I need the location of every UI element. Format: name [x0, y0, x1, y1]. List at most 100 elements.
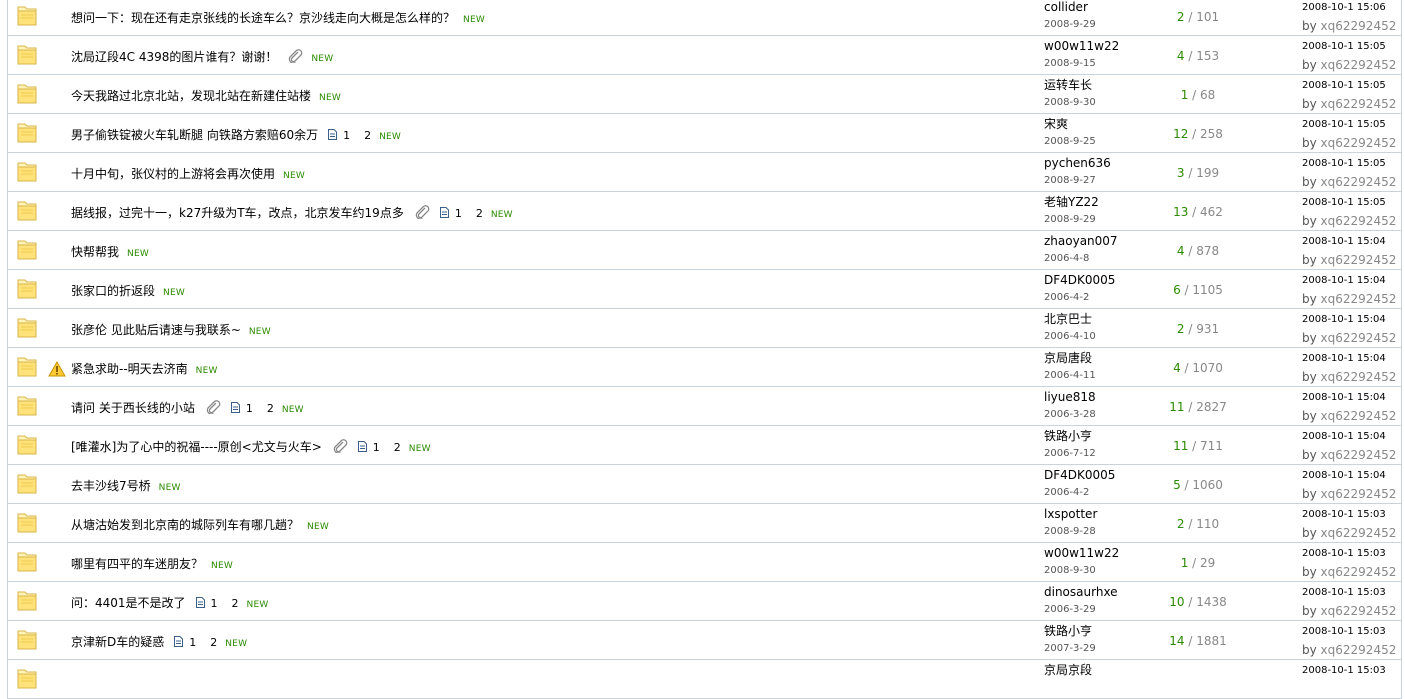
author-link[interactable]: 京局唐段: [1044, 351, 1092, 366]
thread-row: 京津新D车的疑惑 1 2 NEW 铁路小亨 2007-3-29 14 / 1881 …: [8, 621, 1401, 660]
last-poster-link[interactable]: xq62292452: [1321, 19, 1397, 33]
reply-count: 2: [1176, 517, 1185, 531]
page-link-1[interactable]: 1: [343, 129, 350, 142]
thread-title-link[interactable]: 问：4401是不是改了: [71, 596, 186, 610]
author-link[interactable]: w00w11w22: [1044, 39, 1119, 54]
multipage-icon: [439, 207, 449, 218]
page-link-1[interactable]: 1: [455, 207, 462, 220]
page-link-1[interactable]: 1: [189, 636, 196, 649]
author-link[interactable]: 京局京段: [1044, 663, 1092, 678]
author-link[interactable]: 宋爽: [1044, 117, 1068, 132]
thread-title-link[interactable]: 京津新D车的疑惑: [71, 635, 164, 649]
last-post-time[interactable]: 2008-10-1 15:04: [1302, 392, 1386, 403]
thread-title-link[interactable]: 哪里有四平的车迷朋友？: [71, 557, 203, 571]
thread-title-link[interactable]: [唯灌水]为了心中的祝福----原创<尤文与火车>: [71, 440, 322, 454]
page-link-2[interactable]: 2: [232, 597, 239, 610]
last-post-time[interactable]: 2008-10-1 15:03: [1302, 509, 1386, 520]
last-post-time[interactable]: 2008-10-1 15:03: [1302, 587, 1386, 598]
last-post-time[interactable]: 2008-10-1 15:04: [1302, 314, 1386, 325]
thread-title-link[interactable]: 紧急求助--明天去济南: [71, 362, 188, 376]
last-post-time[interactable]: 2008-10-1 15:03: [1302, 548, 1386, 559]
last-poster-link[interactable]: xq62292452: [1321, 526, 1397, 540]
last-poster-link[interactable]: xq62292452: [1321, 643, 1397, 657]
page-link-2[interactable]: 2: [476, 207, 483, 220]
thread-title-link[interactable]: 据线报，过完十一，k27升级为T车，改点，北京发车约19点多: [71, 206, 404, 220]
thread-title-link[interactable]: 张家口的折返段: [71, 284, 155, 298]
author-link[interactable]: 运转车长: [1044, 78, 1092, 93]
last-post-time[interactable]: 2008-10-1 15:04: [1302, 236, 1386, 247]
last-post-time[interactable]: 2008-10-1 15:04: [1302, 431, 1386, 442]
last-post-time[interactable]: 2008-10-1 15:05: [1302, 80, 1386, 91]
thread-title-link[interactable]: 沈局辽段4C 4398的图片谁有？谢谢！: [71, 50, 277, 64]
thread-title-cell: 哪里有四平的车迷朋友？ NEW: [71, 556, 233, 574]
page-links: 12: [174, 635, 217, 651]
last-post-time[interactable]: 2008-10-1 15:04: [1302, 353, 1386, 364]
thread-title-link[interactable]: 去丰沙线7号桥: [71, 479, 151, 493]
reply-view-count: 11 / 711: [1148, 439, 1248, 453]
last-poster-link[interactable]: xq62292452: [1321, 370, 1397, 384]
page-link-1[interactable]: 1: [373, 441, 380, 454]
last-post-time[interactable]: 2008-10-1 15:05: [1302, 197, 1386, 208]
reply-view-count: 2 / 931: [1148, 322, 1248, 336]
last-poster: by xq62292452: [1302, 136, 1396, 150]
thread-title-link[interactable]: 请问 关于西长线的小站: [71, 401, 195, 415]
last-post-time[interactable]: 2008-10-1 15:04: [1302, 275, 1386, 286]
author-link[interactable]: 铁路小亨: [1044, 429, 1092, 444]
author-link[interactable]: pychen636: [1044, 156, 1111, 171]
author-link[interactable]: w00w11w22: [1044, 546, 1119, 561]
last-post-time[interactable]: 2008-10-1 15:06: [1302, 2, 1386, 13]
last-post-time[interactable]: 2008-10-1 15:04: [1302, 470, 1386, 481]
author-link[interactable]: lxspotter: [1044, 507, 1097, 522]
last-poster-link[interactable]: xq62292452: [1321, 253, 1397, 267]
last-poster-link[interactable]: xq62292452: [1321, 487, 1397, 501]
page-link-2[interactable]: 2: [394, 441, 401, 454]
page-link-2[interactable]: 2: [267, 402, 274, 415]
last-poster: by xq62292452: [1302, 409, 1396, 423]
thread-title-link[interactable]: 张彦伦 见此贴后请速与我联系~: [71, 323, 241, 337]
last-poster-link[interactable]: xq62292452: [1321, 175, 1397, 189]
last-post-time[interactable]: 2008-10-1 15:03: [1302, 665, 1386, 676]
last-poster-link[interactable]: xq62292452: [1321, 58, 1397, 72]
author-link[interactable]: collider: [1044, 0, 1088, 15]
author-link[interactable]: 老轴YZ22: [1044, 195, 1099, 210]
thread-title-link[interactable]: 从塘沽始发到北京南的城际列车有哪几趟？: [71, 518, 299, 532]
author-link[interactable]: 北京巴士: [1044, 312, 1092, 327]
page-link-1[interactable]: 1: [211, 597, 218, 610]
last-poster-link[interactable]: xq62292452: [1321, 214, 1397, 228]
author-link[interactable]: DF4DK0005: [1044, 468, 1115, 483]
thread-title-link[interactable]: 男子偷铁锭被火车轧断腿 向铁路方索赔60余万: [71, 128, 318, 142]
thread-title-link[interactable]: 快帮帮我: [71, 245, 119, 259]
last-poster-link[interactable]: xq62292452: [1321, 331, 1397, 345]
author-link[interactable]: liyue818: [1044, 390, 1096, 405]
author-link[interactable]: 铁路小亨: [1044, 624, 1092, 639]
last-poster-link[interactable]: xq62292452: [1321, 565, 1397, 579]
author-link[interactable]: dinosaurhxe: [1044, 585, 1118, 600]
last-post-time[interactable]: 2008-10-1 15:05: [1302, 158, 1386, 169]
reply-view-count: 2 / 110: [1148, 517, 1248, 531]
thread-title-link[interactable]: 想问一下：现在还有走京张线的长途车么？京沙线走向大概是怎么样的？: [71, 11, 455, 25]
new-badge: NEW: [211, 561, 233, 571]
attachment-icon: [333, 439, 348, 453]
by-label: by: [1302, 526, 1317, 540]
last-poster-link[interactable]: xq62292452: [1321, 409, 1397, 423]
last-post-time[interactable]: 2008-10-1 15:05: [1302, 119, 1386, 130]
last-post-time[interactable]: 2008-10-1 15:03: [1302, 626, 1386, 637]
author-link[interactable]: DF4DK0005: [1044, 273, 1115, 288]
new-badge: NEW: [127, 249, 149, 259]
by-label: by: [1302, 331, 1317, 345]
page-link-2[interactable]: 2: [364, 129, 371, 142]
thread-title-link[interactable]: 十月中旬，张仪村的上游将会再次使用: [71, 167, 275, 181]
page-link-2[interactable]: 2: [210, 636, 217, 649]
folder-icon: [17, 474, 37, 494]
folder-icon: [17, 630, 37, 650]
reply-count: 4: [1173, 361, 1181, 375]
last-poster-link[interactable]: xq62292452: [1321, 604, 1397, 618]
last-post-time[interactable]: 2008-10-1 15:05: [1302, 41, 1386, 52]
last-poster-link[interactable]: xq62292452: [1321, 448, 1397, 462]
page-link-1[interactable]: 1: [246, 402, 253, 415]
last-poster-link[interactable]: xq62292452: [1321, 97, 1397, 111]
last-poster-link[interactable]: xq62292452: [1321, 136, 1397, 150]
author-link[interactable]: zhaoyan007: [1044, 234, 1118, 249]
last-poster-link[interactable]: xq62292452: [1321, 292, 1397, 306]
thread-title-link[interactable]: 今天我路过北京北站，发现北站在新建住站楼: [71, 89, 311, 103]
